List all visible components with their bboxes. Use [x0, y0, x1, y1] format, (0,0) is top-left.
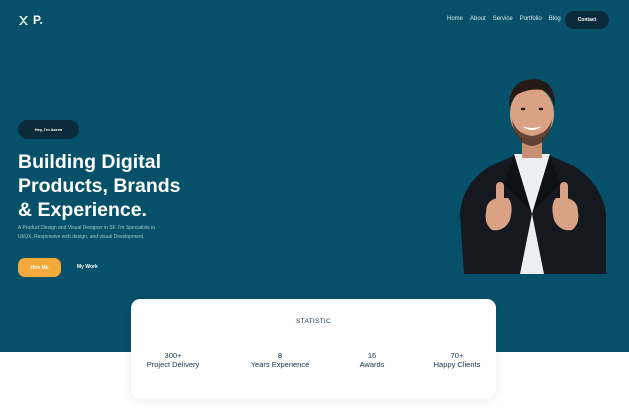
intro-badge: Hey, I'm Aaron: [18, 120, 79, 139]
nav-item-about[interactable]: About: [470, 16, 486, 22]
stat-label: Awards: [359, 360, 385, 369]
hero-description: A Product Design and Visual Designer in …: [18, 224, 188, 242]
nav-item-home[interactable]: Home: [447, 16, 463, 22]
statistic-title: STATISTIC: [296, 318, 331, 325]
logo[interactable]: P.: [18, 13, 43, 27]
headline-line: Products, Brands: [18, 175, 181, 197]
logo-icon: [19, 15, 28, 25]
nav-item-service[interactable]: Service: [493, 16, 513, 22]
stat-awards: 16 Awards: [347, 351, 397, 369]
stat-happy-clients: 70+ Happy Clients: [423, 351, 491, 369]
stat-label: Project Delivery: [146, 360, 200, 369]
my-work-link[interactable]: My Work: [77, 264, 98, 270]
brand-name: P.: [33, 13, 43, 27]
stat-label: Years Experience: [250, 360, 310, 369]
nav-item-blog[interactable]: Blog: [549, 16, 561, 22]
statistic-card: STATISTIC 300+ Project Delivery 8 Years …: [131, 299, 496, 399]
headline-line: & Experience.: [18, 199, 147, 221]
stat-value: 8: [277, 351, 283, 360]
stat-value: 16: [367, 351, 377, 360]
top-nav: Home About Service Portfolio Blog: [447, 16, 561, 22]
headline-line: Building Digital: [18, 151, 161, 173]
description-line: UI/UX, Responsive web design, and visual…: [18, 234, 145, 240]
stat-project-delivery: 300+ Project Delivery: [139, 351, 207, 369]
contact-button[interactable]: Contact: [565, 11, 609, 29]
hire-me-button[interactable]: Hire Me: [18, 258, 61, 277]
stat-years-experience: 8 Years Experience: [241, 351, 319, 369]
hero-headline: Building Digital Products, Brands & Expe…: [18, 150, 248, 222]
profile-photo: [460, 79, 606, 274]
nav-item-portfolio[interactable]: Portfolio: [520, 16, 542, 22]
stat-value: 300+: [164, 351, 182, 360]
description-line: A Product Design and Visual Designer in …: [18, 225, 156, 231]
stat-value: 70+: [450, 351, 464, 360]
stat-label: Happy Clients: [433, 360, 481, 369]
